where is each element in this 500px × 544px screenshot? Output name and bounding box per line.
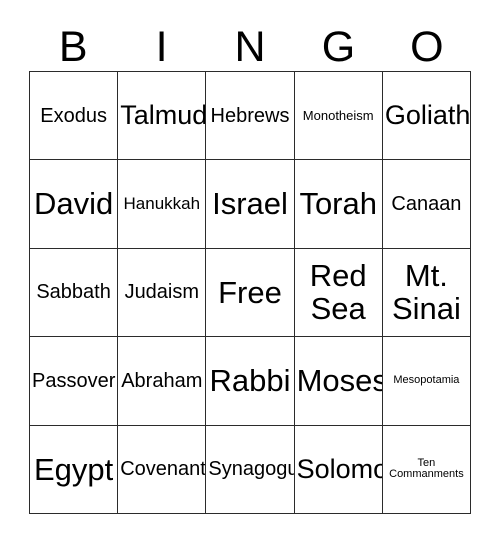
bingo-cell-label: Synagogue bbox=[208, 458, 293, 481]
bingo-cell-label: Solomon bbox=[296, 453, 382, 484]
bingo-cell[interactable]: Red Sea bbox=[294, 248, 383, 338]
bingo-cell-free[interactable]: Free bbox=[206, 248, 295, 338]
bingo-cell-label: Canaan bbox=[391, 192, 462, 215]
bingo-row: Egypt Covenant Synagogue Solomon Ten Com… bbox=[30, 425, 472, 515]
header-letter-i: I bbox=[155, 23, 168, 71]
bingo-cell[interactable]: David bbox=[30, 160, 119, 249]
header-letter-g: G bbox=[321, 23, 356, 71]
bingo-card: B I N G O Exodus Talmud Hebrews Monothei… bbox=[0, 0, 500, 544]
bingo-cell[interactable]: Mt. Sinai bbox=[382, 248, 472, 338]
bingo-cell-label: Exodus bbox=[40, 104, 107, 127]
bingo-cell-label: Ten Commanments bbox=[389, 457, 464, 481]
bingo-cell[interactable]: Abraham bbox=[118, 337, 207, 426]
bingo-cell[interactable]: Torah bbox=[294, 160, 383, 249]
bingo-cell-label: Hebrews bbox=[210, 104, 290, 127]
bingo-cell[interactable]: Moses bbox=[294, 337, 383, 426]
bingo-cell[interactable]: Goliath bbox=[382, 72, 472, 161]
bingo-cell-label: Moses bbox=[296, 363, 383, 399]
bingo-cell[interactable]: Israel bbox=[206, 160, 295, 249]
bingo-cell-label: Goliath bbox=[384, 99, 471, 130]
bingo-cell-label: Talmud bbox=[120, 99, 207, 130]
bingo-cell[interactable]: Judaism bbox=[118, 248, 207, 338]
bingo-cell[interactable]: Exodus bbox=[30, 72, 119, 161]
bingo-cell-label: Hanukkah bbox=[123, 194, 201, 214]
bingo-cell-label: Israel bbox=[212, 186, 288, 222]
bingo-cell-label: Free bbox=[218, 274, 282, 310]
bingo-cell[interactable]: Hebrews bbox=[206, 72, 295, 161]
bingo-cell[interactable]: Solomon bbox=[294, 425, 383, 515]
bingo-cell-label: Egypt bbox=[33, 451, 114, 487]
bingo-cell-label: Mesopotamia bbox=[393, 374, 460, 387]
header-letter-n: N bbox=[234, 23, 266, 71]
bingo-cell-label: Sabbath bbox=[36, 281, 111, 304]
bingo-cell[interactable]: Hanukkah bbox=[118, 160, 207, 249]
bingo-row: Sabbath Judaism Free Red Sea Mt. Sinai bbox=[30, 248, 472, 338]
bingo-cell[interactable]: Sabbath bbox=[30, 248, 119, 338]
bingo-cell-label: Torah bbox=[299, 186, 377, 222]
bingo-header: B I N G O bbox=[29, 14, 471, 71]
bingo-cell[interactable]: Talmud bbox=[118, 72, 207, 161]
bingo-cell[interactable]: Canaan bbox=[382, 160, 472, 249]
bingo-cell-label: Mt. Sinai bbox=[391, 257, 461, 326]
bingo-cell-label: Abraham bbox=[121, 369, 203, 392]
bingo-cell[interactable]: Egypt bbox=[30, 425, 119, 515]
bingo-cell-label: Red Sea bbox=[309, 257, 367, 326]
bingo-grid: Exodus Talmud Hebrews Monotheism Goliath… bbox=[29, 71, 472, 515]
header-letter-b: B bbox=[58, 23, 88, 71]
bingo-cell-label: Covenant bbox=[120, 458, 206, 481]
bingo-cell-label: Monotheism bbox=[302, 108, 374, 124]
bingo-cell[interactable]: Monotheism bbox=[294, 72, 383, 161]
header-letter-o: O bbox=[410, 23, 444, 71]
bingo-row: Exodus Talmud Hebrews Monotheism Goliath bbox=[30, 72, 472, 161]
bingo-cell-label: David bbox=[33, 186, 114, 222]
bingo-cell[interactable]: Passover bbox=[30, 337, 119, 426]
bingo-cell-label: Rabbi bbox=[209, 363, 291, 399]
bingo-cell[interactable]: Synagogue bbox=[206, 425, 295, 515]
bingo-cell[interactable]: Ten Commanments bbox=[382, 425, 472, 515]
bingo-cell-label: Judaism bbox=[124, 281, 200, 304]
bingo-cell-label: Passover bbox=[32, 369, 116, 392]
bingo-row: Passover Abraham Rabbi Moses Mesopotamia bbox=[30, 337, 472, 426]
bingo-cell[interactable]: Covenant bbox=[118, 425, 207, 515]
bingo-cell[interactable]: Mesopotamia bbox=[382, 337, 472, 426]
bingo-cell[interactable]: Rabbi bbox=[206, 337, 295, 426]
bingo-row: David Hanukkah Israel Torah Canaan bbox=[30, 160, 472, 249]
